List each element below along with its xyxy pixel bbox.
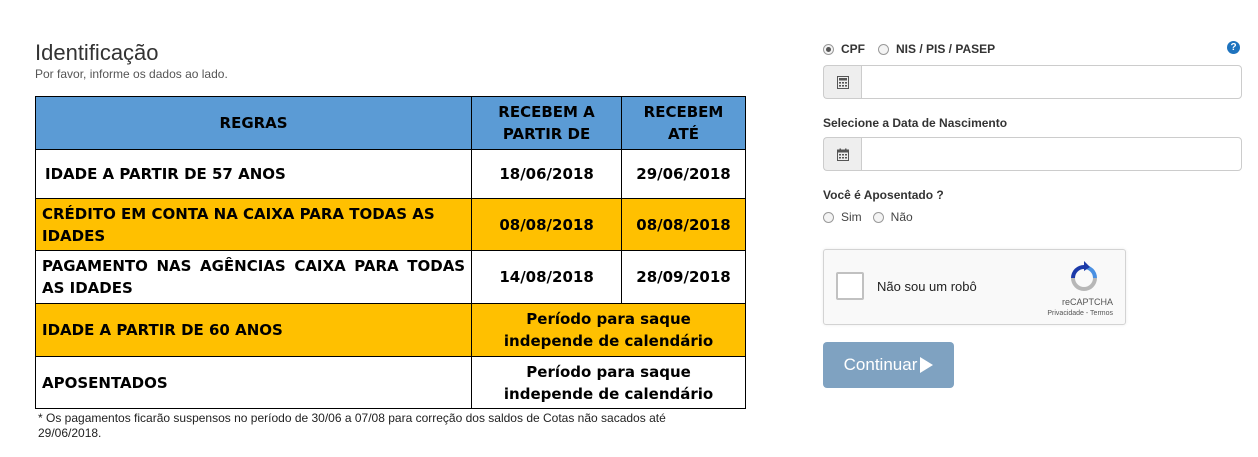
header-until: RECEBEM ATÉ <box>621 96 746 150</box>
period-text: Período para saque independe de calendár… <box>503 362 714 403</box>
from-date-cell: 14/08/2018 <box>471 250 622 304</box>
period-text: Período para saque independe de calendár… <box>503 310 714 350</box>
continue-button-label: Continuar <box>843 355 918 374</box>
until-date-cell: 29/06/2018 <box>621 149 746 199</box>
help-icon[interactable]: ? <box>1227 41 1240 54</box>
recaptcha-checkbox[interactable] <box>836 272 864 300</box>
from-date-cell: 18/06/2018 <box>471 149 622 199</box>
table-row: IDADE A PARTIR DE 60 ANOS Período para s… <box>34 303 746 357</box>
header-from-text: RECEBEM A PARTIR DE <box>498 103 595 143</box>
radio-cpf[interactable] <box>823 43 834 55</box>
birthdate-input-group <box>823 137 1242 171</box>
header-rules: REGRAS <box>34 96 473 150</box>
calculator-icon <box>823 65 861 99</box>
radio-sim-label[interactable]: Sim <box>841 210 862 224</box>
table-row: CRÉDITO EM CONTA NA CAIXA PARA TODAS AS … <box>34 198 746 251</box>
rules-table: REGRAS RECEBEM A PARTIR DE RECEBEM ATÉ I… <box>34 96 746 409</box>
radio-nao[interactable] <box>872 211 884 223</box>
radio-nis-label[interactable]: NIS / PIS / PASEP <box>896 42 995 56</box>
doc-type-group: CPF NIS / PIS / PASEP <box>823 40 1243 58</box>
document-number-input[interactable] <box>861 65 1242 99</box>
birthdate-input[interactable] <box>861 137 1242 171</box>
table-row: PAGAMENTO NAS AGÊNCIAS CAIXA PARA TODAS … <box>34 250 746 304</box>
header-until-text: RECEBEM ATÉ <box>643 103 724 143</box>
period-cell: Período para saque independe de calendár… <box>471 356 746 409</box>
period-cell: Período para saque independe de calendár… <box>471 303 746 357</box>
recaptcha-links[interactable]: Privacidade - Termos <box>1047 310 1113 317</box>
rule-cell: IDADE A PARTIR DE 60 ANOS <box>34 303 473 357</box>
recaptcha-widget: Não sou um robô reCAPTCHA Privacidade - … <box>823 249 1126 325</box>
radio-cpf-label[interactable]: CPF <box>841 42 865 56</box>
rule-cell: APOSENTADOS <box>34 356 473 409</box>
footnote: * Os pagamentos ficarão suspensos no per… <box>38 411 666 440</box>
retired-label: Você é Aposentado ? <box>823 188 944 202</box>
rule-cell: CRÉDITO EM CONTA NA CAIXA PARA TODAS AS … <box>34 198 473 251</box>
recaptcha-logo-icon <box>1071 261 1097 291</box>
radio-nis[interactable] <box>878 43 889 55</box>
table-row: APOSENTADOS Período para saque independe… <box>34 356 746 409</box>
recaptcha-label: Não sou um robô <box>877 279 977 294</box>
continue-button[interactable]: Continuar <box>823 342 954 388</box>
table-header-row: REGRAS RECEBEM A PARTIR DE RECEBEM ATÉ <box>34 96 746 150</box>
page-title: Identificação <box>35 40 159 65</box>
identification-section: Identificação Por favor, informe os dado… <box>35 40 755 81</box>
rule-cell: PAGAMENTO NAS AGÊNCIAS CAIXA PARA TODAS … <box>34 250 473 304</box>
header-from: RECEBEM A PARTIR DE <box>471 96 622 150</box>
table-row: IDADE A PARTIR DE 57 ANOS 18/06/2018 29/… <box>34 149 746 199</box>
recaptcha-brand: reCAPTCHA <box>1061 297 1113 307</box>
form-panel: CPF NIS / PIS / PASEP ? Selecione a Data… <box>823 40 1243 388</box>
play-icon <box>920 357 934 373</box>
document-input-group <box>823 65 1242 99</box>
birthdate-label: Selecione a Data de Nascimento <box>823 116 1008 130</box>
retired-group: Sim Não <box>823 208 1243 226</box>
until-date-cell: 28/09/2018 <box>621 250 746 304</box>
radio-sim[interactable] <box>823 211 834 223</box>
radio-nao-label[interactable]: Não <box>891 210 913 224</box>
until-date-cell: 08/08/2018 <box>621 198 746 251</box>
from-date-cell: 08/08/2018 <box>471 198 622 251</box>
page-subtitle: Por favor, informe os dados ao lado. <box>35 67 228 81</box>
rule-cell: IDADE A PARTIR DE 57 ANOS <box>34 149 473 199</box>
calendar-icon <box>823 137 861 171</box>
